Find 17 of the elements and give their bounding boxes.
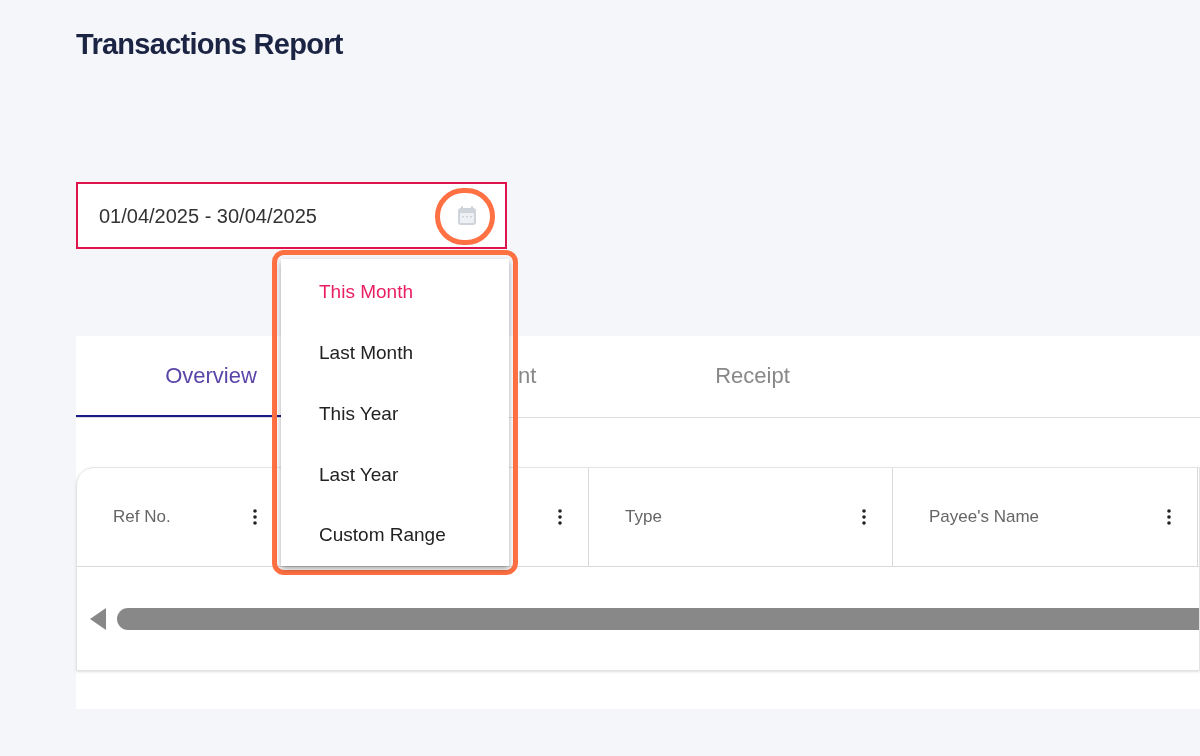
- column-menu-icon[interactable]: [862, 509, 866, 525]
- date-range-value: 01/04/2025 - 30/04/2025: [99, 203, 317, 229]
- page-title: Transactions Report: [76, 27, 344, 62]
- tab[interactable]: Receipt: [617, 336, 888, 417]
- scroll-left-icon[interactable]: [89, 607, 107, 630]
- highlight-ring: [435, 188, 495, 245]
- column-header: Type: [625, 506, 662, 529]
- scrollbar-thumb[interactable]: [117, 607, 1199, 630]
- menu-item[interactable]: Last Year: [281, 444, 509, 506]
- column-header: Payee's Name: [929, 506, 1040, 529]
- column-header: Ref No.: [113, 506, 171, 529]
- date-range-field[interactable]: 01/04/2025 - 30/04/2025: [76, 182, 507, 249]
- column-menu-icon[interactable]: [558, 509, 562, 525]
- menu-item[interactable]: Custom Range: [281, 505, 509, 566]
- column-menu-icon[interactable]: [1167, 509, 1171, 525]
- column-menu-icon[interactable]: [253, 509, 257, 525]
- menu-item[interactable]: This Month: [281, 262, 509, 323]
